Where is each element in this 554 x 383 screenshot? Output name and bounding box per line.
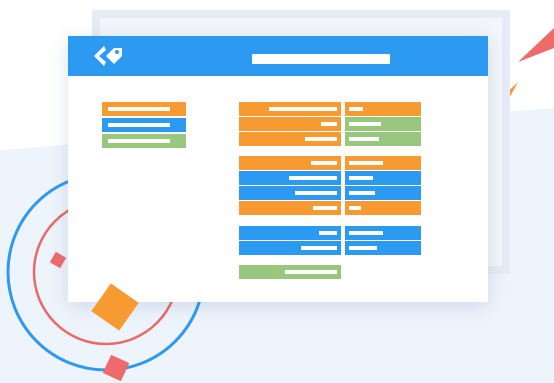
title-bar: [68, 36, 488, 76]
table-cell[interactable]: [345, 241, 421, 255]
cell-value: [305, 137, 337, 141]
cell-value: [349, 176, 373, 180]
table-cell[interactable]: [239, 241, 341, 255]
cell-value: [349, 161, 383, 165]
table-cell[interactable]: [345, 156, 421, 170]
table-cell[interactable]: [239, 156, 341, 170]
table-cell[interactable]: [239, 201, 341, 215]
table-cell[interactable]: [239, 102, 341, 116]
cell-value: [295, 191, 337, 195]
table-cell[interactable]: [239, 117, 341, 131]
cell-value: [349, 246, 377, 250]
cell-value: [269, 107, 337, 111]
legend-label: [108, 139, 170, 143]
table-cell[interactable]: [345, 132, 421, 146]
tag-icon: [94, 46, 122, 66]
cell-value: [349, 231, 383, 235]
cell-value: [301, 246, 337, 250]
table-cell[interactable]: [345, 226, 421, 240]
table-cell[interactable]: [239, 186, 341, 200]
app-window: [68, 36, 488, 302]
legend-item-blue[interactable]: [102, 118, 186, 132]
table-cell[interactable]: [345, 201, 421, 215]
window-title: [252, 54, 390, 64]
table-cell[interactable]: [345, 186, 421, 200]
table-cell[interactable]: [345, 171, 421, 185]
cell-value: [349, 137, 379, 141]
orange-diamond: [91, 283, 139, 331]
table-cell[interactable]: [239, 171, 341, 185]
cell-value: [349, 107, 363, 111]
table-cell[interactable]: [239, 265, 341, 279]
legend-label: [108, 123, 170, 127]
table-cell[interactable]: [345, 102, 421, 116]
legend-item-green[interactable]: [102, 134, 186, 148]
legend-item-orange[interactable]: [102, 102, 186, 116]
legend-label: [108, 107, 170, 111]
cell-value: [319, 231, 337, 235]
cell-value: [313, 206, 337, 210]
cell-value: [285, 270, 337, 274]
cell-value: [349, 122, 381, 126]
cell-value: [289, 176, 337, 180]
cell-value: [349, 206, 361, 210]
cell-value: [311, 161, 337, 165]
cell-value: [321, 122, 337, 126]
table-cell[interactable]: [239, 226, 341, 240]
cell-value: [349, 191, 375, 195]
table-cell[interactable]: [345, 117, 421, 131]
table-cell[interactable]: [239, 132, 341, 146]
